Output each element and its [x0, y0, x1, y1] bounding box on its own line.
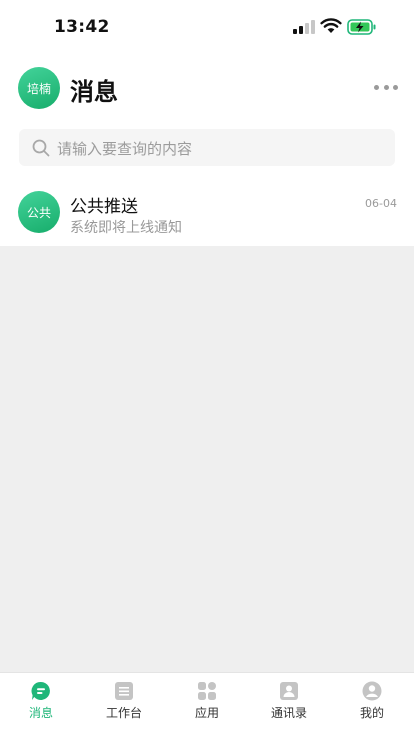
conversation-name: 公共推送	[70, 197, 138, 217]
message-list: 公共 公共推送 系统即将上线通知 06-04	[0, 178, 414, 246]
status-time: 13:42	[54, 17, 110, 37]
user-avatar-text: 培楠	[26, 81, 51, 96]
tab-messages[interactable]: 消息	[11, 673, 71, 736]
tab-contacts-label: 通讯录	[270, 706, 307, 720]
tab-workbench[interactable]: 工作台	[94, 673, 154, 736]
search-input[interactable]: 请输入要查询的内容	[19, 129, 395, 166]
conversation-preview: 系统即将上线通知	[70, 220, 182, 236]
tab-apps-label: 应用	[194, 706, 219, 720]
messages-header: 培楠 消息 请输入要查询的内容	[0, 56, 414, 178]
page-title: 消息	[70, 78, 118, 106]
profile-icon	[362, 681, 382, 701]
user-avatar[interactable]: 培楠	[18, 67, 60, 109]
conversation-avatar: 公共	[18, 191, 60, 233]
tab-workbench-label: 工作台	[105, 706, 142, 720]
tab-profile-label: 我的	[359, 706, 384, 720]
message-icon	[31, 681, 50, 700]
apps-grid-icon	[198, 682, 216, 700]
tab-messages-label: 消息	[28, 706, 53, 720]
tab-contacts[interactable]: 通讯录	[259, 673, 319, 736]
contacts-icon	[280, 682, 298, 700]
conversation-time: 06-04	[365, 197, 397, 210]
cellular-signal-icon	[293, 20, 315, 34]
bottom-tab-bar: 消息 工作台 应用 通讯录 我的	[0, 672, 414, 736]
tab-apps[interactable]: 应用	[177, 673, 237, 736]
status-bar: 13:42	[0, 0, 414, 56]
search-icon	[32, 139, 50, 157]
wifi-icon	[320, 18, 342, 33]
battery-charging-icon	[347, 19, 376, 35]
conversation-avatar-text: 公共	[26, 205, 51, 220]
tab-profile[interactable]: 我的	[342, 673, 402, 736]
workbench-icon	[115, 682, 133, 700]
search-placeholder: 请输入要查询的内容	[57, 140, 193, 158]
list-item[interactable]: 公共 公共推送 系统即将上线通知 06-04	[0, 178, 414, 246]
more-options-icon[interactable]	[374, 85, 398, 93]
